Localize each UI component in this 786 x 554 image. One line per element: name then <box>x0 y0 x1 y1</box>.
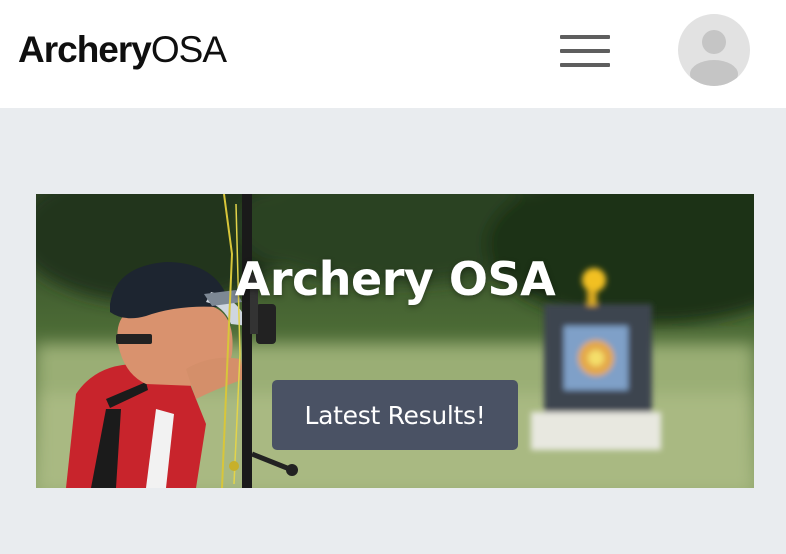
menu-bar-bottom <box>560 63 610 67</box>
logo-light-text: OSA <box>150 29 227 70</box>
hero-banner: Archery OSA Latest Results! <box>36 194 754 488</box>
hamburger-menu-icon[interactable] <box>560 34 610 70</box>
user-avatar-icon[interactable] <box>678 14 750 86</box>
latest-results-button[interactable]: Latest Results! <box>272 380 518 450</box>
avatar-silhouette <box>690 30 738 86</box>
logo-bold-text: Archery <box>18 29 152 70</box>
top-navbar: Archery OSA <box>0 0 786 108</box>
menu-bar-middle <box>560 49 610 53</box>
site-logo[interactable]: Archery OSA <box>18 24 227 76</box>
menu-bar-top <box>560 35 610 39</box>
hero-title: Archery OSA <box>234 252 556 306</box>
